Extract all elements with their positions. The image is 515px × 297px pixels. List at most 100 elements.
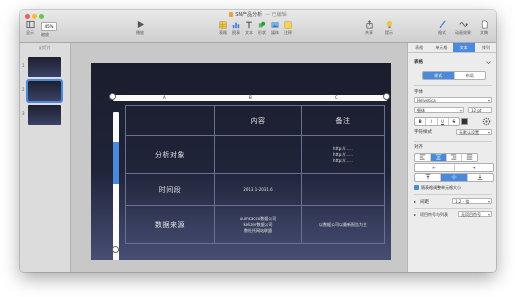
disclosure-triangle-icon[interactable]: ▸: [414, 199, 416, 204]
slide-thumbnail[interactable]: 1: [22, 57, 61, 77]
animate-button[interactable]: 动画效果: [453, 20, 473, 36]
table-corner-handle[interactable]: [112, 246, 119, 253]
wrap-label: 随表格调整单元格大小: [421, 185, 461, 190]
app-window: SN产品分析 — 已编辑 显示 45% 缩放 播放 表格 图表 文本 形状 媒体…: [20, 10, 496, 272]
table-cell[interactable]: 内容: [214, 105, 302, 136]
underline-button[interactable]: U: [438, 118, 449, 125]
table-cell[interactable]: http://...... http://...... http://.....…: [301, 135, 385, 174]
wrap-checkbox[interactable]: [414, 185, 419, 190]
bullets-value: 无项目符号: [461, 212, 481, 217]
segment-style[interactable]: 样式: [423, 72, 455, 79]
font-size-field[interactable]: 12 pt: [468, 107, 492, 113]
tab-table[interactable]: 表格: [408, 43, 430, 52]
table-row: 分析对象 http://...... http://...... http://…: [125, 135, 385, 174]
cell-line: 2013.1-2031.6: [243, 186, 273, 192]
insert-text-label: 文本: [245, 30, 253, 35]
inspector-tabs: 表格 单元格 文本 排列: [408, 43, 496, 53]
column-letter[interactable]: B: [249, 95, 252, 101]
view-icon: [25, 20, 35, 29]
animate-label: 动画效果: [455, 30, 471, 35]
align-left-button[interactable]: [415, 154, 431, 161]
zoom-select[interactable]: 45%: [41, 22, 57, 31]
share-button[interactable]: 共享: [359, 20, 379, 36]
table-cell[interactable]: 2013.1-2031.6: [214, 173, 302, 206]
align-justify-button[interactable]: [462, 154, 477, 161]
insert-media-button[interactable]: 媒体: [269, 21, 281, 36]
divider: [414, 85, 492, 86]
table-cell[interactable]: 数据来源: [125, 205, 215, 244]
decrease-indent-button[interactable]: ⇤: [415, 164, 455, 171]
play-button[interactable]: 播放: [130, 20, 150, 36]
tab-text[interactable]: 文本: [452, 43, 475, 52]
column-letter[interactable]: C: [335, 95, 338, 101]
table-cell[interactable]: 以数据公司以最新报告为主: [301, 205, 385, 244]
table-cell[interactable]: 分析对象: [125, 135, 215, 174]
align-bottom-button[interactable]: [468, 174, 493, 181]
align-middle-icon: [451, 174, 457, 180]
view-button[interactable]: 显示: [20, 20, 40, 36]
section-title: 表格: [414, 60, 423, 65]
play-label: 播放: [136, 30, 144, 35]
char-style-label: 字符样式: [414, 130, 432, 135]
char-style-select[interactable]: 无默认设置 ▾: [456, 129, 492, 135]
insert-text-button[interactable]: 文本: [243, 21, 255, 36]
insert-comment-button[interactable]: 注释: [282, 21, 294, 36]
strikethrough-button[interactable]: S: [449, 118, 459, 125]
font-name-select[interactable]: Helvetica ▾: [414, 97, 492, 103]
document-page-icon: [481, 20, 488, 29]
column-header-bar[interactable]: A B C: [113, 95, 387, 101]
align-center-button[interactable]: [430, 154, 447, 161]
segment-layout[interactable]: 布局: [455, 72, 486, 79]
table-cell[interactable]: 时间段: [125, 173, 215, 206]
row-header-bar[interactable]: [113, 112, 119, 260]
column-letter[interactable]: A: [163, 95, 166, 101]
divider: [414, 194, 492, 195]
tab-arrange[interactable]: 排列: [475, 43, 496, 52]
disclosure-triangle-icon[interactable]: ▸: [414, 212, 416, 217]
text-color-well[interactable]: [461, 118, 468, 125]
chevron-down-icon: ▾: [487, 212, 490, 217]
play-icon: [137, 20, 144, 29]
font-style-select[interactable]: 细体 ▾: [414, 107, 464, 113]
text-style-buttons: B I U S: [414, 117, 460, 126]
lightbulb-icon: [386, 20, 392, 29]
slide-thumbnail[interactable]: 3: [22, 105, 61, 125]
share-icon: [365, 20, 373, 29]
italic-button[interactable]: I: [426, 118, 438, 125]
slide-table[interactable]: 内容 备注 分析对象 http://...... http://...... h…: [125, 105, 385, 244]
media-icon: [271, 22, 279, 28]
document-button[interactable]: 文稿: [474, 20, 494, 36]
format-inspector: 表格 单元格 文本 排列 表格 样式 布局 字体 Helvetica ▾ 细体 ▾ …: [407, 43, 496, 272]
tips-button[interactable]: 提示: [379, 20, 399, 36]
gear-icon[interactable]: [482, 117, 491, 126]
align-right-button[interactable]: [447, 154, 463, 161]
table-cell[interactable]: uumcacco数据公司 kelizer数据公司 数杜托网站联盟: [214, 205, 302, 244]
format-button[interactable]: 格式: [432, 20, 452, 36]
insert-shape-button[interactable]: 形状: [256, 21, 268, 36]
slide[interactable]: A B C 内容 备注 分析对象 http://...... http://..…: [91, 63, 391, 260]
style-layout-toggle[interactable]: 样式 布局: [422, 71, 486, 80]
insert-media-label: 媒体: [271, 30, 279, 35]
chevron-down-icon[interactable]: [486, 60, 491, 65]
table-cell[interactable]: 备注: [301, 105, 385, 136]
table-cell[interactable]: [214, 135, 302, 174]
spacing-select[interactable]: 1.2 - 倍 ▾: [452, 198, 492, 204]
tab-cell[interactable]: 单元格: [430, 43, 452, 52]
table-corner-handle[interactable]: [383, 93, 390, 100]
divider: [414, 141, 492, 142]
slide-thumbnail-selected[interactable]: 2: [22, 79, 63, 103]
increase-indent-button[interactable]: ⇥: [455, 164, 494, 171]
align-top-button[interactable]: [415, 174, 442, 181]
insert-chart-button[interactable]: 图表: [230, 21, 242, 36]
bullets-select[interactable]: 无项目符号 ▾: [458, 211, 492, 217]
table-cell[interactable]: [301, 173, 385, 206]
align-middle-button[interactable]: [441, 174, 468, 181]
bold-button[interactable]: B: [415, 118, 427, 125]
font-label: 字体: [414, 90, 423, 95]
insert-table-button[interactable]: 表格: [217, 21, 229, 36]
horizontal-align-buttons: [414, 153, 478, 162]
animate-icon: [459, 22, 468, 27]
table-corner-handle[interactable]: [109, 93, 116, 100]
table-cell[interactable]: [125, 105, 215, 136]
font-size-value: 12 pt: [471, 108, 482, 113]
